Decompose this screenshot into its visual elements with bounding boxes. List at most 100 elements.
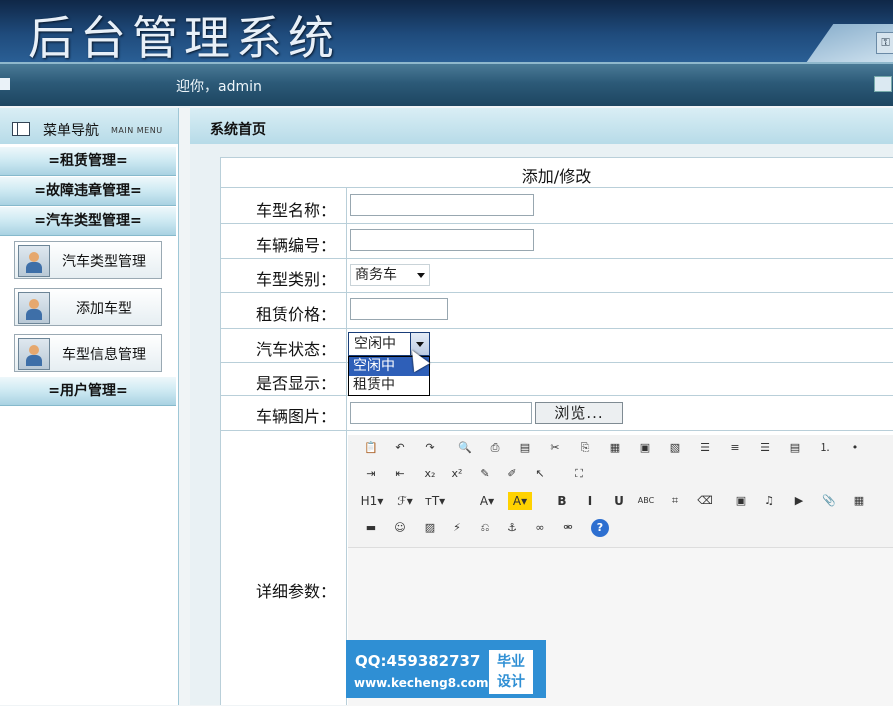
highlight-button[interactable]: A▾ xyxy=(508,492,532,510)
label-rent-price: 租赁价格： xyxy=(255,305,336,324)
font-color-button[interactable]: A▾ xyxy=(473,492,501,510)
print-icon[interactable]: ⎙ xyxy=(486,439,504,457)
pointer-icon[interactable]: ↖ xyxy=(531,465,549,483)
emoticon-icon[interactable]: ☺ xyxy=(391,519,409,537)
car-image-file-input[interactable] xyxy=(350,402,532,424)
label-car-number: 车辆编号： xyxy=(255,236,336,255)
heading-select[interactable]: H1▾ xyxy=(358,492,386,510)
row-divider xyxy=(220,395,893,396)
fullscreen-icon[interactable]: ⛶ xyxy=(570,465,588,483)
sidebar-item-label: 添加车型 xyxy=(76,301,132,317)
paste-icon[interactable]: 📋 xyxy=(362,439,380,457)
italic-button[interactable]: I xyxy=(576,492,604,510)
select-all-icon[interactable]: ✐ xyxy=(503,465,521,483)
row-divider xyxy=(220,328,893,329)
car-number-input[interactable] xyxy=(350,229,534,251)
row-divider xyxy=(220,430,893,431)
anchor-icon[interactable]: ⚓ xyxy=(503,519,521,537)
label-car-status: 汽车状态： xyxy=(255,340,336,359)
sidebar-header: 菜单导航 MAIN MENU xyxy=(0,108,178,144)
table-icon[interactable]: ▦ xyxy=(850,492,868,510)
edit-form: 添加/修改 车型名称： 车辆编号： 车型类别： 商务车 租赁价格： 汽车状态： … xyxy=(220,157,893,706)
label-car-image: 车辆图片： xyxy=(255,407,336,426)
align-right-icon[interactable]: ☰ xyxy=(756,439,774,457)
font-size-select[interactable]: тT▾ xyxy=(421,492,449,510)
sidebar-item-label: 车型信息管理 xyxy=(62,347,146,363)
font-family-select[interactable]: ℱ▾ xyxy=(391,492,419,510)
help-icon[interactable]: ? xyxy=(591,519,609,537)
car-type-select[interactable]: 商务车 xyxy=(350,264,430,286)
user-icon xyxy=(18,338,50,370)
form-title: 添加/修改 xyxy=(521,167,592,186)
paste-plain-icon[interactable]: ▦ xyxy=(606,439,624,457)
preview-icon[interactable]: 🔍 xyxy=(456,439,474,457)
underline-button[interactable]: U xyxy=(605,492,633,510)
flash-icon[interactable]: ⚡ xyxy=(448,519,466,537)
superscript-icon[interactable]: x² xyxy=(448,465,466,483)
template-icon[interactable]: ▤ xyxy=(516,439,534,457)
insert-media-icon[interactable]: ♫ xyxy=(760,492,778,510)
watermark-url: www.kecheng8.com xyxy=(354,676,489,690)
undo-icon[interactable]: ↶ xyxy=(391,439,409,457)
table-grid-icon[interactable]: ⌗ xyxy=(666,492,684,510)
sidebar-item-label: 汽车类型管理 xyxy=(62,254,146,270)
user-icon xyxy=(18,245,50,277)
label-show: 是否显示： xyxy=(255,374,336,393)
editor-toolbar: 📋 ↶ ↷ 🔍 ⎙ ▤ ✂ ⎘ ▦ ▣ ▧ ☰ ≡ ☰ ▤ ⒈ • ⇥ ⇤ x₂ x² ✎ ✐ ↖ ⛶ H1▾ ℱ▾ тT▾ A▾ A▾ B… xyxy=(348,435,893,547)
welcome-bar: 迎你，admin xyxy=(0,62,893,106)
page-break-icon[interactable]: ⎌ xyxy=(476,519,494,537)
insert-image-icon[interactable]: ▣ xyxy=(732,492,750,510)
menu-category-fault[interactable]: =故障违章管理= xyxy=(0,177,176,206)
menu-nav-icon xyxy=(12,122,30,136)
watermark-badge: 毕业 设计 xyxy=(489,650,533,694)
key-icon[interactable]: ⚿ xyxy=(876,32,893,54)
eraser-icon[interactable]: ⌫ xyxy=(696,492,714,510)
user-icon xyxy=(18,292,50,324)
sidebar-item-car-type-info[interactable]: 车型信息管理 xyxy=(14,334,162,372)
status-option-rented[interactable]: 租赁中 xyxy=(349,376,429,395)
hr-icon[interactable]: ▬ xyxy=(362,519,380,537)
menu-category-user[interactable]: =用户管理= xyxy=(0,377,176,406)
bold-button[interactable]: B xyxy=(548,492,576,510)
clear-format-icon[interactable]: ✎ xyxy=(476,465,494,483)
home-icon[interactable] xyxy=(0,78,10,90)
form-divider xyxy=(346,187,347,705)
image-icon[interactable]: ▨ xyxy=(421,519,439,537)
copy-icon[interactable]: ⎘ xyxy=(576,439,594,457)
paste-text-icon[interactable]: ▣ xyxy=(636,439,654,457)
cut-icon[interactable]: ✂ xyxy=(546,439,564,457)
link-icon[interactable]: ∞ xyxy=(531,519,549,537)
indent-icon[interactable]: ⇥ xyxy=(362,465,380,483)
sidebar: 菜单导航 MAIN MENU =租赁管理= =故障违章管理= =汽车类型管理= … xyxy=(0,108,179,705)
browse-button[interactable]: 浏览... xyxy=(535,402,623,424)
unordered-list-icon[interactable]: • xyxy=(846,439,864,457)
sidebar-item-car-type-manage[interactable]: 汽车类型管理 xyxy=(14,241,162,279)
redo-icon[interactable]: ↷ xyxy=(421,439,439,457)
sidebar-subtitle: MAIN MENU xyxy=(111,126,163,135)
monitor-icon[interactable] xyxy=(874,76,892,92)
subscript-icon[interactable]: x₂ xyxy=(421,465,439,483)
outdent-icon[interactable]: ⇤ xyxy=(391,465,409,483)
ordered-list-icon[interactable]: ⒈ xyxy=(816,439,834,457)
sidebar-item-add-car-type[interactable]: 添加车型 xyxy=(14,288,162,326)
strikethrough-button[interactable]: ABC xyxy=(632,492,660,510)
row-divider xyxy=(220,362,893,363)
label-details: 详细参数： xyxy=(255,582,336,601)
align-left-icon[interactable]: ☰ xyxy=(696,439,714,457)
car-name-input[interactable] xyxy=(350,194,534,216)
chevron-down-icon xyxy=(417,273,425,278)
system-title: 后台管理系统 xyxy=(28,11,340,62)
attachment-icon[interactable]: 📎 xyxy=(820,492,838,510)
paste-word-icon[interactable]: ▧ xyxy=(666,439,684,457)
menu-category-car-type[interactable]: =汽车类型管理= xyxy=(0,207,176,236)
unlink-icon[interactable]: ⚮ xyxy=(559,519,577,537)
menu-category-rental[interactable]: =租赁管理= xyxy=(0,147,176,176)
rent-price-input[interactable] xyxy=(350,298,448,320)
row-divider xyxy=(220,157,893,158)
top-banner: 后台管理系统 ⚿ xyxy=(0,0,893,62)
insert-video-icon[interactable]: ▶ xyxy=(790,492,808,510)
row-divider xyxy=(220,223,893,224)
car-type-value: 商务车 xyxy=(355,267,397,283)
align-center-icon[interactable]: ≡ xyxy=(726,439,744,457)
justify-icon[interactable]: ▤ xyxy=(786,439,804,457)
